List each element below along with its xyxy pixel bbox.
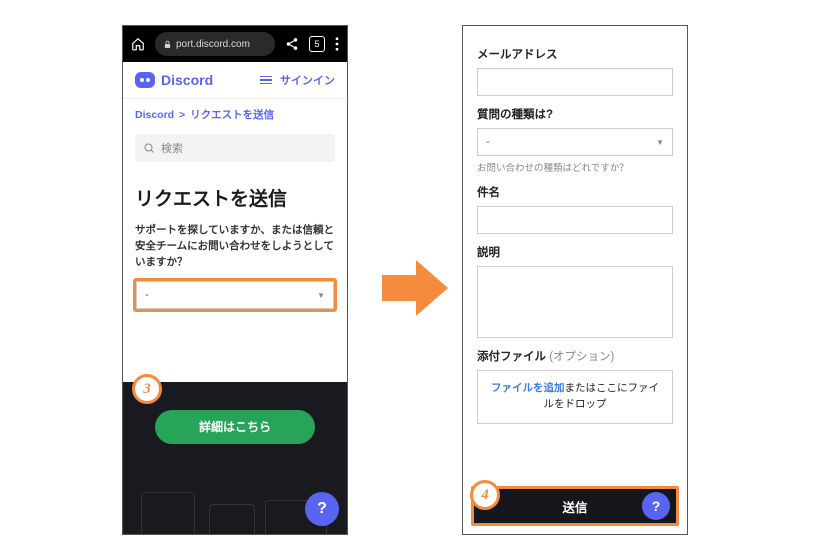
- search-icon: [143, 142, 155, 154]
- email-field[interactable]: [477, 68, 673, 96]
- subject-field[interactable]: [477, 206, 673, 234]
- search-placeholder: 検索: [161, 140, 183, 156]
- support-type-value: -: [145, 289, 149, 301]
- dark-footer: 詳細はこちら ?: [123, 382, 347, 534]
- chevron-down-icon: ▼: [317, 291, 325, 300]
- browser-bar: port.discord.com 5: [123, 26, 347, 62]
- step-arrow-icon: [382, 260, 452, 316]
- brand[interactable]: Discord: [135, 72, 213, 88]
- url-bar[interactable]: port.discord.com: [155, 32, 275, 56]
- lock-icon: [163, 40, 172, 49]
- attachment-dropzone[interactable]: ファイルを追加またはここにファイルをドロップ: [477, 370, 673, 424]
- question-type-value: -: [486, 136, 490, 148]
- submit-highlight: 送信 ?: [471, 486, 679, 526]
- hamburger-icon[interactable]: [260, 76, 272, 85]
- support-question-label: サポートを探していますか、または信頼と安全チームにお問い合わせをしようとしていま…: [123, 217, 347, 270]
- question-type-label: 質問の種類は?: [477, 106, 673, 122]
- device-silhouette: [209, 504, 255, 534]
- home-icon[interactable]: [131, 37, 145, 51]
- support-type-select-highlight: - ▼: [133, 278, 337, 312]
- question-type-select[interactable]: - ▼: [477, 128, 673, 156]
- help-fab[interactable]: ?: [305, 492, 339, 526]
- support-type-select[interactable]: - ▼: [136, 281, 334, 309]
- help-fab[interactable]: ?: [642, 492, 670, 520]
- share-icon[interactable]: [285, 37, 299, 51]
- right-phone-frame: メールアドレス 質問の種類は? - ▼ お問い合わせの種類はどれですか？ 件名 …: [462, 25, 688, 535]
- description-label: 説明: [477, 244, 673, 260]
- device-silhouette: [141, 492, 195, 534]
- attachment-label: 添付ファイル (オプション): [477, 348, 673, 364]
- kebab-menu-icon[interactable]: [335, 37, 339, 51]
- question-type-hint: お問い合わせの種類はどれですか？: [477, 160, 673, 174]
- left-phone-frame: port.discord.com 5 Discord サインイン Discord…: [122, 25, 348, 535]
- search-input[interactable]: 検索: [135, 134, 335, 162]
- description-field[interactable]: [477, 266, 673, 338]
- brand-text: Discord: [161, 72, 213, 88]
- request-form: メールアドレス 質問の種類は? - ▼ お問い合わせの種類はどれですか？ 件名 …: [463, 26, 687, 434]
- site-header: Discord サインイン: [123, 62, 347, 99]
- breadcrumb-root[interactable]: Discord: [135, 109, 174, 121]
- breadcrumb: Discord > リクエストを送信: [123, 99, 347, 130]
- breadcrumb-current: リクエストを送信: [190, 109, 274, 121]
- step-badge-3: 3: [132, 374, 162, 404]
- tab-count[interactable]: 5: [309, 36, 325, 52]
- details-button[interactable]: 詳細はこちら: [155, 410, 315, 444]
- subject-label: 件名: [477, 184, 673, 200]
- discord-logo-icon: [135, 72, 155, 88]
- signin-link[interactable]: サインイン: [280, 72, 335, 88]
- chevron-down-icon: ▼: [656, 138, 664, 147]
- breadcrumb-sep: >: [179, 109, 185, 121]
- url-text: port.discord.com: [176, 39, 250, 50]
- submit-button[interactable]: 送信 ?: [474, 489, 676, 523]
- add-file-link[interactable]: ファイルを追加: [491, 382, 565, 394]
- page-title: リクエストを送信: [123, 172, 347, 217]
- email-label: メールアドレス: [477, 46, 673, 62]
- step-badge-4: 4: [470, 480, 500, 510]
